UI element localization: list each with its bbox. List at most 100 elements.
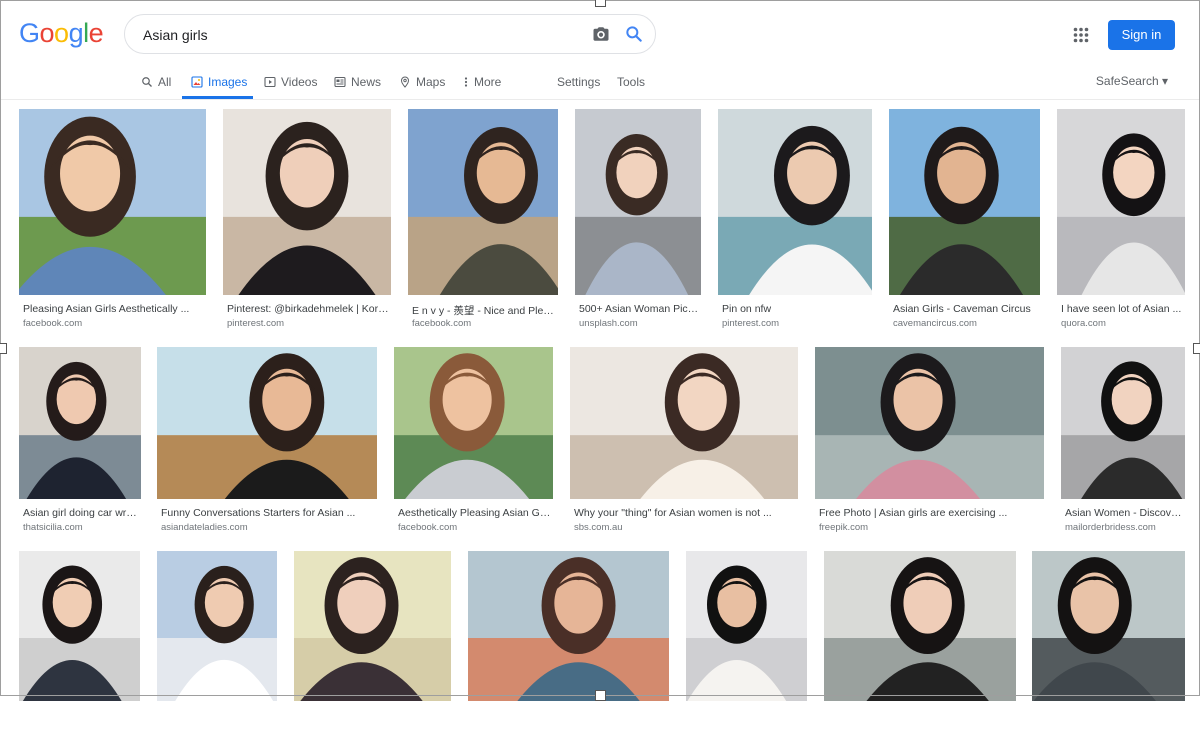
- tab-label: Settings: [557, 75, 601, 89]
- thumbnail-photo: [19, 109, 206, 295]
- result-caption[interactable]: Asian Girls - Caveman Circus: [893, 303, 1038, 315]
- image-result[interactable]: Funny Conversations Starters for Asian .…: [157, 347, 377, 535]
- thumbnail-photo: [19, 347, 141, 499]
- result-thumbnail[interactable]: [889, 109, 1040, 295]
- result-thumbnail[interactable]: [575, 109, 701, 295]
- result-caption[interactable]: Asian girl doing car wra...: [23, 507, 139, 519]
- result-caption[interactable]: Why your "thing" for Asian women is not …: [574, 507, 796, 519]
- search-box[interactable]: [124, 14, 656, 54]
- result-domain: mailorderbridess.com: [1065, 522, 1156, 533]
- image-result[interactable]: Asian girl doing car wra... thatsicilia.c…: [19, 347, 141, 535]
- image-result[interactable]: [1032, 551, 1185, 737]
- result-caption[interactable]: Asian Women - Discove...: [1065, 507, 1183, 519]
- tab-videos[interactable]: Videos: [264, 72, 317, 92]
- result-thumbnail[interactable]: [824, 551, 1016, 701]
- search-icon[interactable]: [624, 24, 644, 44]
- sign-in-button[interactable]: Sign in: [1108, 20, 1175, 50]
- logo-letter: o: [39, 18, 55, 48]
- result-caption[interactable]: 500+ Asian Woman Pict...: [579, 303, 699, 315]
- tab-label: More: [474, 75, 502, 89]
- tab-all[interactable]: All: [141, 72, 171, 92]
- image-result[interactable]: [19, 551, 140, 737]
- result-domain: sbs.com.au: [574, 522, 623, 533]
- thumbnail-photo: [1061, 347, 1185, 499]
- image-result[interactable]: Free Photo | Asian girls are exercising …: [815, 347, 1044, 535]
- thumbnail-photo: [157, 347, 377, 499]
- tab-settings[interactable]: Settings: [557, 72, 600, 92]
- image-result[interactable]: Why your "thing" for Asian women is not …: [570, 347, 798, 535]
- tab-more[interactable]: More: [463, 72, 501, 92]
- result-thumbnail[interactable]: [294, 551, 451, 701]
- camera-icon[interactable]: [591, 25, 611, 43]
- image-result[interactable]: [686, 551, 807, 737]
- image-result[interactable]: Pleasing Asian Girls Aesthetically ... fa…: [19, 109, 206, 331]
- result-caption[interactable]: E n v y - 羨望 - Nice and Pleas...: [412, 303, 556, 318]
- result-caption[interactable]: Pinterest: @birkadehmelek | Kore...: [227, 303, 389, 315]
- image-result[interactable]: 500+ Asian Woman Pict... unsplash.com: [575, 109, 701, 331]
- tab-tools[interactable]: Tools: [617, 72, 645, 92]
- result-thumbnail[interactable]: [19, 109, 206, 295]
- result-domain: facebook.com: [398, 522, 458, 533]
- result-thumbnail[interactable]: [1061, 347, 1185, 499]
- result-caption[interactable]: I have seen lot of Asian ...: [1061, 303, 1183, 315]
- thumbnail-photo: [19, 551, 140, 701]
- search-input[interactable]: [141, 24, 565, 46]
- result-thumbnail[interactable]: [157, 551, 277, 701]
- image-result[interactable]: Asian Girls - Caveman Circus cavemancircu…: [889, 109, 1040, 331]
- image-result[interactable]: Pinterest: @birkadehmelek | Kore... pinte…: [223, 109, 391, 331]
- image-result[interactable]: [468, 551, 669, 737]
- result-thumbnail[interactable]: [157, 347, 377, 499]
- result-caption[interactable]: Pleasing Asian Girls Aesthetically ...: [23, 303, 204, 315]
- logo-letter: e: [88, 18, 104, 48]
- thumbnail-photo: [157, 551, 277, 701]
- result-thumbnail[interactable]: [223, 109, 391, 295]
- resize-handle-left[interactable]: [0, 343, 7, 354]
- video-icon: [264, 76, 276, 88]
- thumbnail-photo: [718, 109, 872, 295]
- image-result[interactable]: Aesthetically Pleasing Asian Gir... faceb…: [394, 347, 553, 535]
- result-thumbnail[interactable]: [570, 347, 798, 499]
- image-result[interactable]: Pin on nfw pinterest.com: [718, 109, 872, 331]
- thumbnail-photo: [686, 551, 807, 701]
- thumbnail-photo: [815, 347, 1044, 499]
- thumbnail-photo: [468, 551, 669, 701]
- image-result[interactable]: [294, 551, 451, 737]
- resize-handle-top[interactable]: [595, 0, 606, 7]
- safesearch-dropdown[interactable]: SafeSearch ▾: [1096, 74, 1168, 88]
- image-result[interactable]: [824, 551, 1016, 737]
- tab-maps[interactable]: Maps: [399, 72, 445, 92]
- result-thumbnail[interactable]: [1032, 551, 1185, 701]
- result-thumbnail[interactable]: [394, 347, 553, 499]
- result-thumbnail[interactable]: [468, 551, 669, 701]
- news-icon: [334, 76, 346, 88]
- tab-images[interactable]: Images: [191, 72, 247, 92]
- result-caption[interactable]: Pin on nfw: [722, 303, 870, 315]
- apps-grid-icon[interactable]: [1073, 27, 1089, 43]
- tab-news[interactable]: News: [334, 72, 381, 92]
- result-thumbnail[interactable]: [718, 109, 872, 295]
- result-thumbnail[interactable]: [19, 551, 140, 701]
- result-caption[interactable]: Free Photo | Asian girls are exercising …: [819, 507, 1042, 519]
- result-thumbnail[interactable]: [815, 347, 1044, 499]
- result-thumbnail[interactable]: [1057, 109, 1185, 295]
- result-thumbnail[interactable]: [686, 551, 807, 701]
- resize-handle-right[interactable]: [1193, 343, 1200, 354]
- tab-label: Videos: [281, 75, 318, 89]
- safesearch-label: SafeSearch: [1095, 74, 1159, 88]
- thumbnail-photo: [223, 109, 391, 295]
- image-result[interactable]: [157, 551, 277, 737]
- result-caption[interactable]: Funny Conversations Starters for Asian .…: [161, 507, 375, 519]
- result-domain: cavemancircus.com: [893, 318, 977, 329]
- thumbnail-photo: [824, 551, 1016, 701]
- tab-label: Tools: [617, 75, 646, 89]
- image-result[interactable]: I have seen lot of Asian ... quora.com: [1057, 109, 1185, 331]
- result-thumbnail[interactable]: [19, 347, 141, 499]
- search-tabs: All Images Videos News Maps More Setting…: [0, 70, 1200, 100]
- image-result[interactable]: E n v y - 羨望 - Nice and Pleas... facebook…: [408, 109, 558, 331]
- result-caption[interactable]: Aesthetically Pleasing Asian Gir...: [398, 507, 551, 519]
- tab-label: News: [351, 75, 382, 89]
- result-thumbnail[interactable]: [408, 109, 558, 295]
- google-logo[interactable]: Google: [19, 18, 104, 49]
- image-result[interactable]: Asian Women - Discove... mailorderbridess…: [1061, 347, 1185, 535]
- thumbnail-photo: [570, 347, 798, 499]
